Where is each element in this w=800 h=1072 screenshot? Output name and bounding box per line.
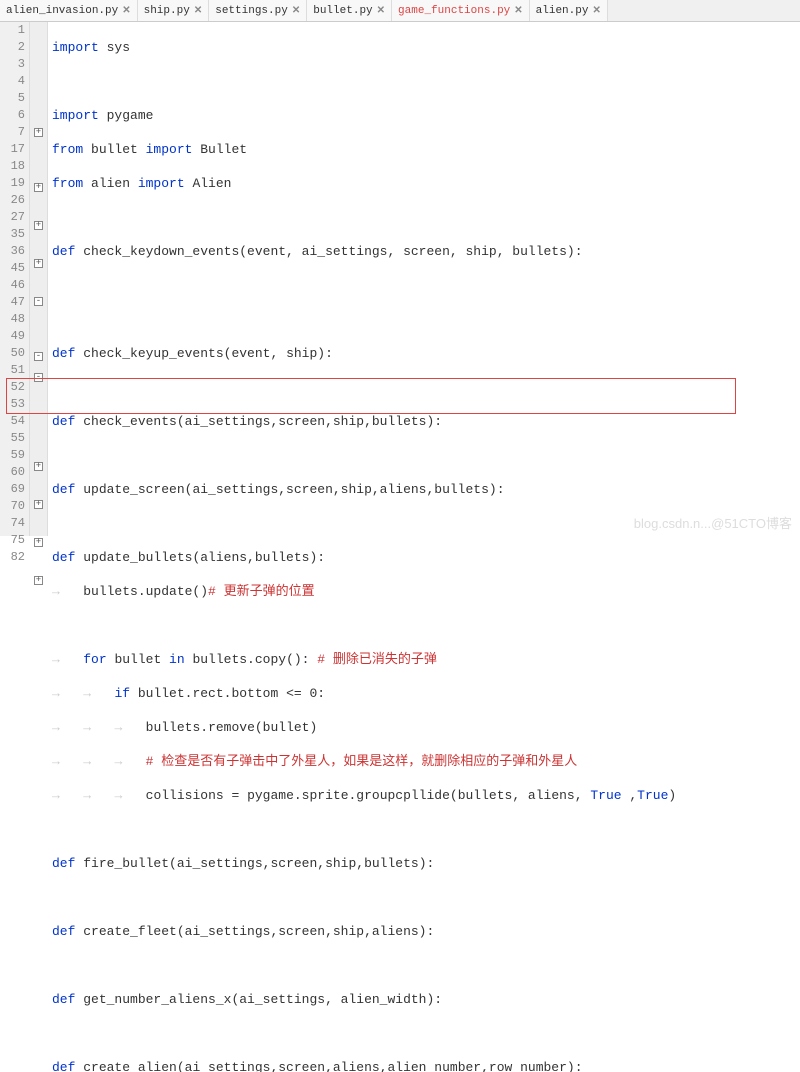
line-number: 3 bbox=[0, 56, 25, 73]
line-number: 45 bbox=[0, 260, 25, 277]
line-number-gutter: 1234567171819262735364546474849505152535… bbox=[0, 22, 30, 536]
line-number: 1 bbox=[0, 22, 25, 39]
line-number: 50 bbox=[0, 345, 25, 362]
line-number: 47 bbox=[0, 294, 25, 311]
watermark: blog.csdn.n...@51CTO博客 bbox=[634, 513, 792, 532]
close-icon[interactable]: ✕ bbox=[194, 5, 202, 17]
close-icon[interactable]: ✕ bbox=[377, 5, 385, 17]
line-number: 17 bbox=[0, 141, 25, 158]
close-icon[interactable]: ✕ bbox=[122, 5, 130, 17]
fold-toggle-icon[interactable]: + bbox=[34, 538, 43, 547]
line-number: 36 bbox=[0, 243, 25, 260]
tab-ship[interactable]: ship.py✕ bbox=[138, 0, 210, 21]
line-number: 51 bbox=[0, 362, 25, 379]
close-icon[interactable]: ✕ bbox=[514, 5, 522, 17]
line-number: 27 bbox=[0, 209, 25, 226]
line-number: 26 bbox=[0, 192, 25, 209]
line-number: 54 bbox=[0, 413, 25, 430]
fold-toggle-icon[interactable]: + bbox=[34, 183, 43, 192]
line-number: 55 bbox=[0, 430, 25, 447]
line-number: 48 bbox=[0, 311, 25, 328]
fold-toggle-icon[interactable]: + bbox=[34, 576, 43, 585]
fold-toggle-icon[interactable]: - bbox=[34, 373, 43, 382]
fold-toggle-icon[interactable]: + bbox=[34, 128, 43, 137]
line-number: 35 bbox=[0, 226, 25, 243]
line-number: 19 bbox=[0, 175, 25, 192]
line-number: 7 bbox=[0, 124, 25, 141]
line-number: 5 bbox=[0, 90, 25, 107]
line-number: 74 bbox=[0, 515, 25, 532]
tab-bullet[interactable]: bullet.py✕ bbox=[307, 0, 392, 21]
line-number: 60 bbox=[0, 464, 25, 481]
line-number: 52 bbox=[0, 379, 25, 396]
tab-settings[interactable]: settings.py✕ bbox=[209, 0, 307, 21]
line-number: 75 bbox=[0, 532, 25, 549]
line-number: 49 bbox=[0, 328, 25, 345]
fold-toggle-icon[interactable]: + bbox=[34, 500, 43, 509]
tab-alien-invasion[interactable]: alien_invasion.py✕ bbox=[0, 0, 138, 21]
line-number: 70 bbox=[0, 498, 25, 515]
line-number: 6 bbox=[0, 107, 25, 124]
fold-column: ++++---++++ bbox=[30, 22, 48, 536]
tab-bar: alien_invasion.py✕ ship.py✕ settings.py✕… bbox=[0, 0, 800, 22]
line-number: 69 bbox=[0, 481, 25, 498]
fold-toggle-icon[interactable]: - bbox=[34, 297, 43, 306]
line-number: 59 bbox=[0, 447, 25, 464]
line-number: 4 bbox=[0, 73, 25, 90]
line-number: 2 bbox=[0, 39, 25, 56]
close-icon[interactable]: ✕ bbox=[292, 5, 300, 17]
line-number: 46 bbox=[0, 277, 25, 294]
fold-toggle-icon[interactable]: + bbox=[34, 221, 43, 230]
fold-toggle-icon[interactable]: + bbox=[34, 462, 43, 471]
line-number: 18 bbox=[0, 158, 25, 175]
tab-alien[interactable]: alien.py✕ bbox=[530, 0, 608, 21]
code-area[interactable]: import sys import pygame from bullet imp… bbox=[48, 22, 800, 536]
tab-game-functions[interactable]: game_functions.py✕ bbox=[392, 0, 530, 21]
close-icon[interactable]: ✕ bbox=[592, 5, 600, 17]
fold-toggle-icon[interactable]: + bbox=[34, 259, 43, 268]
line-number: 82 bbox=[0, 549, 25, 566]
line-number: 53 bbox=[0, 396, 25, 413]
code-editor[interactable]: 1234567171819262735364546474849505152535… bbox=[0, 22, 800, 536]
fold-toggle-icon[interactable]: - bbox=[34, 352, 43, 361]
